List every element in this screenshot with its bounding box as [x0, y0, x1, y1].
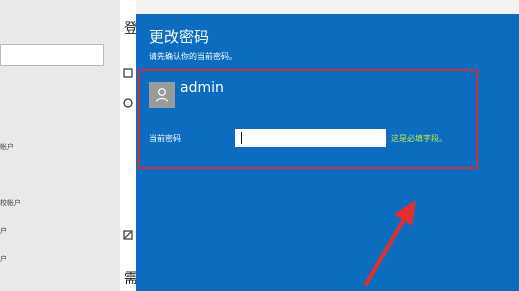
pin-icon: [123, 98, 133, 108]
settings-window: 帐户 校帐户 户 户 登 需 更改密码 请先确认你的当前密码。 admin 当前…: [0, 0, 519, 291]
red-arrow-icon: [364, 200, 416, 286]
sidebar-item-user-2[interactable]: 户: [0, 254, 7, 264]
sidebar-item-account[interactable]: 帐户: [0, 142, 14, 152]
sidebar-search-box[interactable]: [0, 44, 104, 66]
current-password-input[interactable]: [235, 129, 386, 147]
edit-icon: [123, 230, 133, 240]
account-name: admin: [180, 80, 224, 96]
required-field-hint: 这是必填字段。: [391, 134, 447, 143]
key-icon: [123, 68, 133, 78]
dialog-title: 更改密码: [149, 28, 210, 46]
settings-sidebar: 帐户 校帐户 户 户: [0, 0, 133, 291]
sidebar-item-school-account[interactable]: 校帐户: [0, 198, 21, 208]
user-icon: [149, 82, 175, 108]
dialog-subtitle: 请先确认你的当前密码。: [149, 52, 237, 61]
change-password-dialog: 更改密码 请先确认你的当前密码。 admin 当前密码 这是必填字段。: [136, 14, 519, 291]
settings-content-edge: 登 需: [120, 0, 138, 291]
text-caret: [241, 132, 242, 144]
sidebar-item-user-1[interactable]: 户: [0, 226, 7, 236]
current-password-label: 当前密码: [149, 134, 181, 143]
